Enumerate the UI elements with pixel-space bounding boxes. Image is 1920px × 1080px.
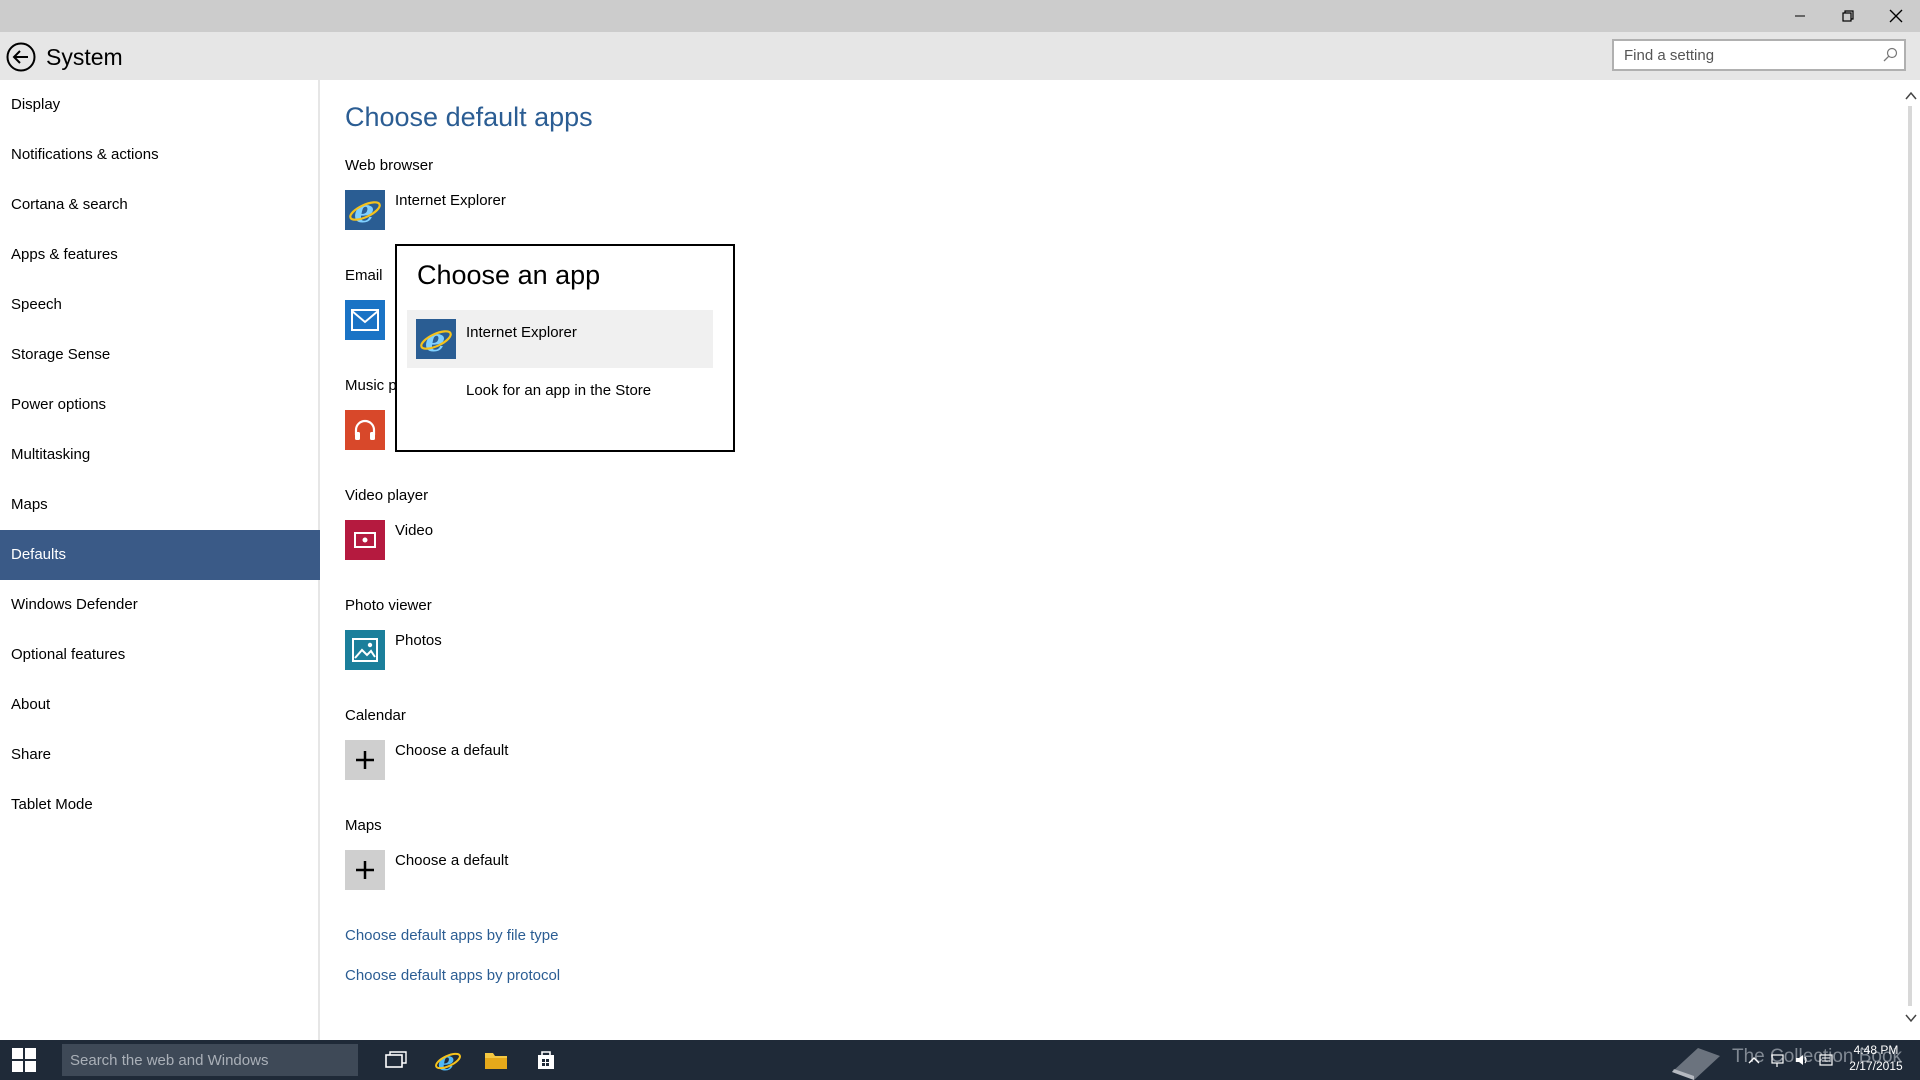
sidebar-item-display[interactable]: Display (0, 80, 320, 130)
main-content: Choose default apps Web browser e Intern… (320, 80, 1900, 1040)
svg-text:e: e (354, 193, 374, 227)
taskbar-store-button[interactable] (522, 1040, 570, 1080)
sidebar-item-share[interactable]: Share (0, 730, 320, 780)
svg-text:e: e (425, 322, 445, 356)
start-button[interactable] (0, 1040, 48, 1080)
taskbar-file-explorer-button[interactable] (472, 1040, 520, 1080)
flyout-option-label: Internet Explorer (466, 324, 577, 341)
taskbar-search[interactable] (62, 1044, 358, 1076)
action-center-icon[interactable] (1818, 1052, 1834, 1068)
sidebar-item-multitasking[interactable]: Multitasking (0, 430, 320, 480)
plus-icon[interactable] (345, 740, 385, 780)
category-label: Email (345, 267, 383, 284)
category-label: Web browser (345, 157, 434, 174)
category-label: Video player (345, 487, 429, 504)
category-label: Calendar (345, 707, 406, 724)
category-label: Photo viewer (345, 597, 432, 614)
search-icon[interactable] (1882, 47, 1898, 63)
category-label: Music p (345, 377, 397, 394)
sidebar-item-optional-features[interactable]: Optional features (0, 630, 320, 680)
sidebar-item-cortana[interactable]: Cortana & search (0, 180, 320, 230)
flyout-option-store[interactable]: Look for an app in the Store (466, 382, 651, 399)
scroll-thumb[interactable] (1908, 106, 1912, 1006)
app-header: System (0, 32, 1920, 80)
taskbar-search-input[interactable] (62, 1044, 350, 1076)
clock-date: 2/17/2015 (1849, 1059, 1903, 1073)
flyout-title: Choose an app (417, 260, 601, 290)
taskbar: e The Collection Book 4:48 PM 2/17/2015 (0, 1040, 1920, 1080)
back-arrow-icon (6, 42, 36, 72)
internet-explorer-icon[interactable]: e (345, 190, 385, 230)
back-button[interactable] (6, 42, 36, 72)
sidebar-item-speech[interactable]: Speech (0, 280, 320, 330)
headphones-icon[interactable] (345, 410, 385, 450)
app-title: System (46, 44, 123, 70)
task-view-button[interactable] (372, 1040, 420, 1080)
close-button[interactable] (1872, 0, 1920, 32)
restore-button[interactable] (1824, 0, 1872, 32)
sidebar-item-tablet-mode[interactable]: Tablet Mode (0, 780, 320, 830)
clock-time: 4:48 PM (1853, 1043, 1899, 1057)
video-icon[interactable] (345, 520, 385, 560)
link-default-by-file-type[interactable]: Choose default apps by file type (345, 927, 558, 944)
mail-icon[interactable] (345, 300, 385, 340)
sidebar: Display Notifications & actions Cortana … (0, 80, 320, 1040)
minimize-icon (1795, 15, 1805, 17)
sidebar-item-storage-sense[interactable]: Storage Sense (0, 330, 320, 380)
scrollbar[interactable] (1902, 80, 1920, 1040)
search-input[interactable] (1614, 41, 1874, 69)
sidebar-item-notifications[interactable]: Notifications & actions (0, 130, 320, 180)
scroll-down-arrow-icon[interactable] (1902, 1010, 1920, 1026)
link-default-by-protocol[interactable]: Choose default apps by protocol (345, 967, 560, 984)
sidebar-item-defaults[interactable]: Defaults (0, 530, 320, 580)
minimize-button[interactable] (1776, 0, 1824, 32)
title-bar (0, 0, 1920, 32)
internet-explorer-icon: e (416, 319, 456, 359)
sidebar-item-windows-defender[interactable]: Windows Defender (0, 580, 320, 630)
clock[interactable]: 4:48 PM 2/17/2015 (1840, 1042, 1912, 1074)
default-app-name[interactable]: Choose a default (395, 742, 508, 759)
internet-explorer-icon: e (435, 1047, 461, 1074)
network-icon[interactable] (1770, 1052, 1786, 1068)
store-icon (538, 1051, 554, 1069)
windows-logo-icon (12, 1048, 36, 1072)
sidebar-item-power-options[interactable]: Power options (0, 380, 320, 430)
taskbar-internet-explorer-button[interactable]: e (424, 1040, 472, 1080)
default-app-name[interactable]: Video (395, 522, 433, 539)
restore-icon (1842, 10, 1854, 22)
default-app-name[interactable]: Internet Explorer (395, 192, 506, 209)
find-setting-search[interactable] (1612, 39, 1906, 71)
task-view-icon (385, 1051, 407, 1068)
sidebar-item-about[interactable]: About (0, 680, 320, 730)
book-logo-icon (1672, 1048, 1720, 1080)
sidebar-item-apps-features[interactable]: Apps & features (0, 230, 320, 280)
show-hidden-icons-icon[interactable] (1746, 1052, 1762, 1068)
sidebar-item-maps[interactable]: Maps (0, 480, 320, 530)
category-label: Maps (345, 817, 382, 834)
default-app-name[interactable]: Choose a default (395, 852, 508, 869)
flyout-option-internet-explorer[interactable]: e Internet Explorer (407, 310, 713, 368)
scroll-up-arrow-icon[interactable] (1902, 88, 1920, 104)
default-app-name[interactable]: Photos (395, 632, 442, 649)
choose-app-flyout: Choose an app e Internet Explorer Look f… (395, 244, 735, 452)
photos-icon[interactable] (345, 630, 385, 670)
folder-icon (485, 1053, 507, 1069)
close-icon (1889, 9, 1903, 23)
plus-icon[interactable] (345, 850, 385, 890)
page-title: Choose default apps (345, 102, 593, 132)
volume-icon[interactable] (1794, 1052, 1810, 1068)
